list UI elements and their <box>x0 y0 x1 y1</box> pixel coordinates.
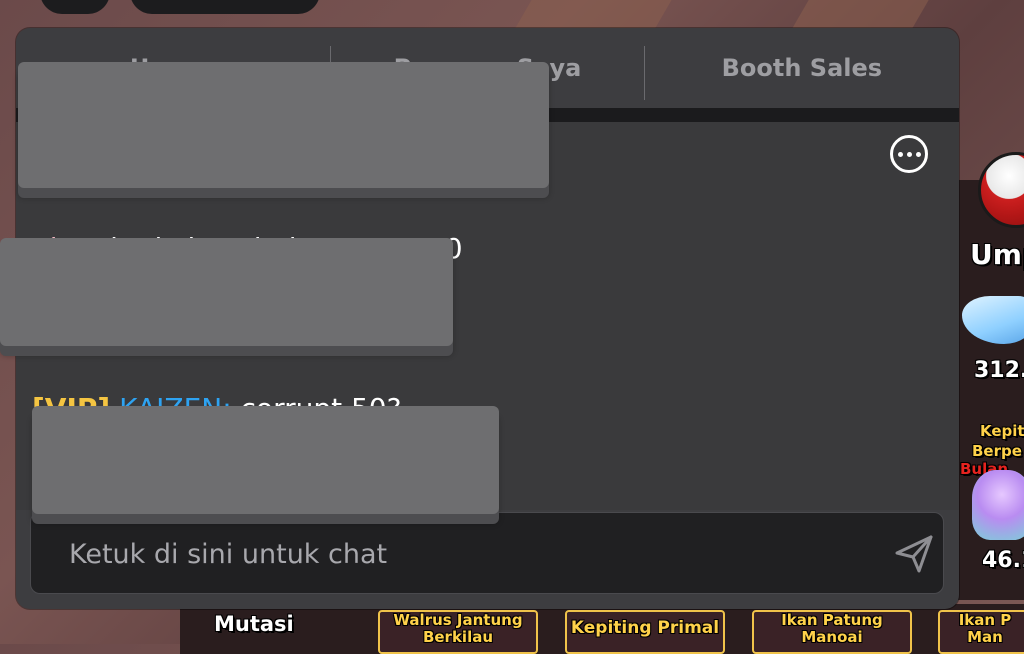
redaction-block <box>0 238 453 346</box>
redaction-block <box>18 62 549 188</box>
send-button[interactable] <box>893 533 935 575</box>
more-horizontal-icon-dot <box>906 151 912 157</box>
orb-label: Ump <box>970 238 1024 271</box>
mutation-button[interactable]: Mutasi <box>214 612 294 636</box>
redaction-block <box>32 406 499 514</box>
send-paper-plane-icon <box>895 535 933 573</box>
more-options-button[interactable] <box>890 135 928 173</box>
top-hud-button[interactable] <box>40 0 110 14</box>
item-value: 46.1 <box>982 548 1024 573</box>
chat-input[interactable] <box>67 533 851 575</box>
item-card[interactable]: Kepiting Primal <box>565 610 725 654</box>
item-card[interactable]: Ikan Patung Manoai <box>752 610 912 654</box>
item-card-label: Kepiting Primal <box>570 618 720 638</box>
tab-divider <box>644 46 645 100</box>
item-card-label: Ikan P Man <box>958 611 1012 646</box>
item-name: Berpe <box>972 442 1022 460</box>
item-card-label: Walrus Jantung Berkilau <box>393 611 523 646</box>
top-hud-button[interactable] <box>130 0 320 14</box>
jellyfish-item-icon[interactable] <box>972 470 1024 540</box>
more-horizontal-icon <box>897 151 903 157</box>
item-card[interactable]: Ikan P Man <box>938 610 1024 654</box>
tab-booth-sales[interactable]: Booth Sales <box>645 28 959 108</box>
background-stripe <box>791 0 929 30</box>
chat-input-bar <box>30 512 944 594</box>
item-value: 312. <box>974 358 1024 383</box>
item-card[interactable]: Walrus Jantung Berkilau <box>378 610 538 654</box>
more-horizontal-icon-dot <box>915 151 921 157</box>
item-name: Kepit <box>980 422 1024 440</box>
item-card-label: Ikan Patung Manoai <box>781 611 883 646</box>
